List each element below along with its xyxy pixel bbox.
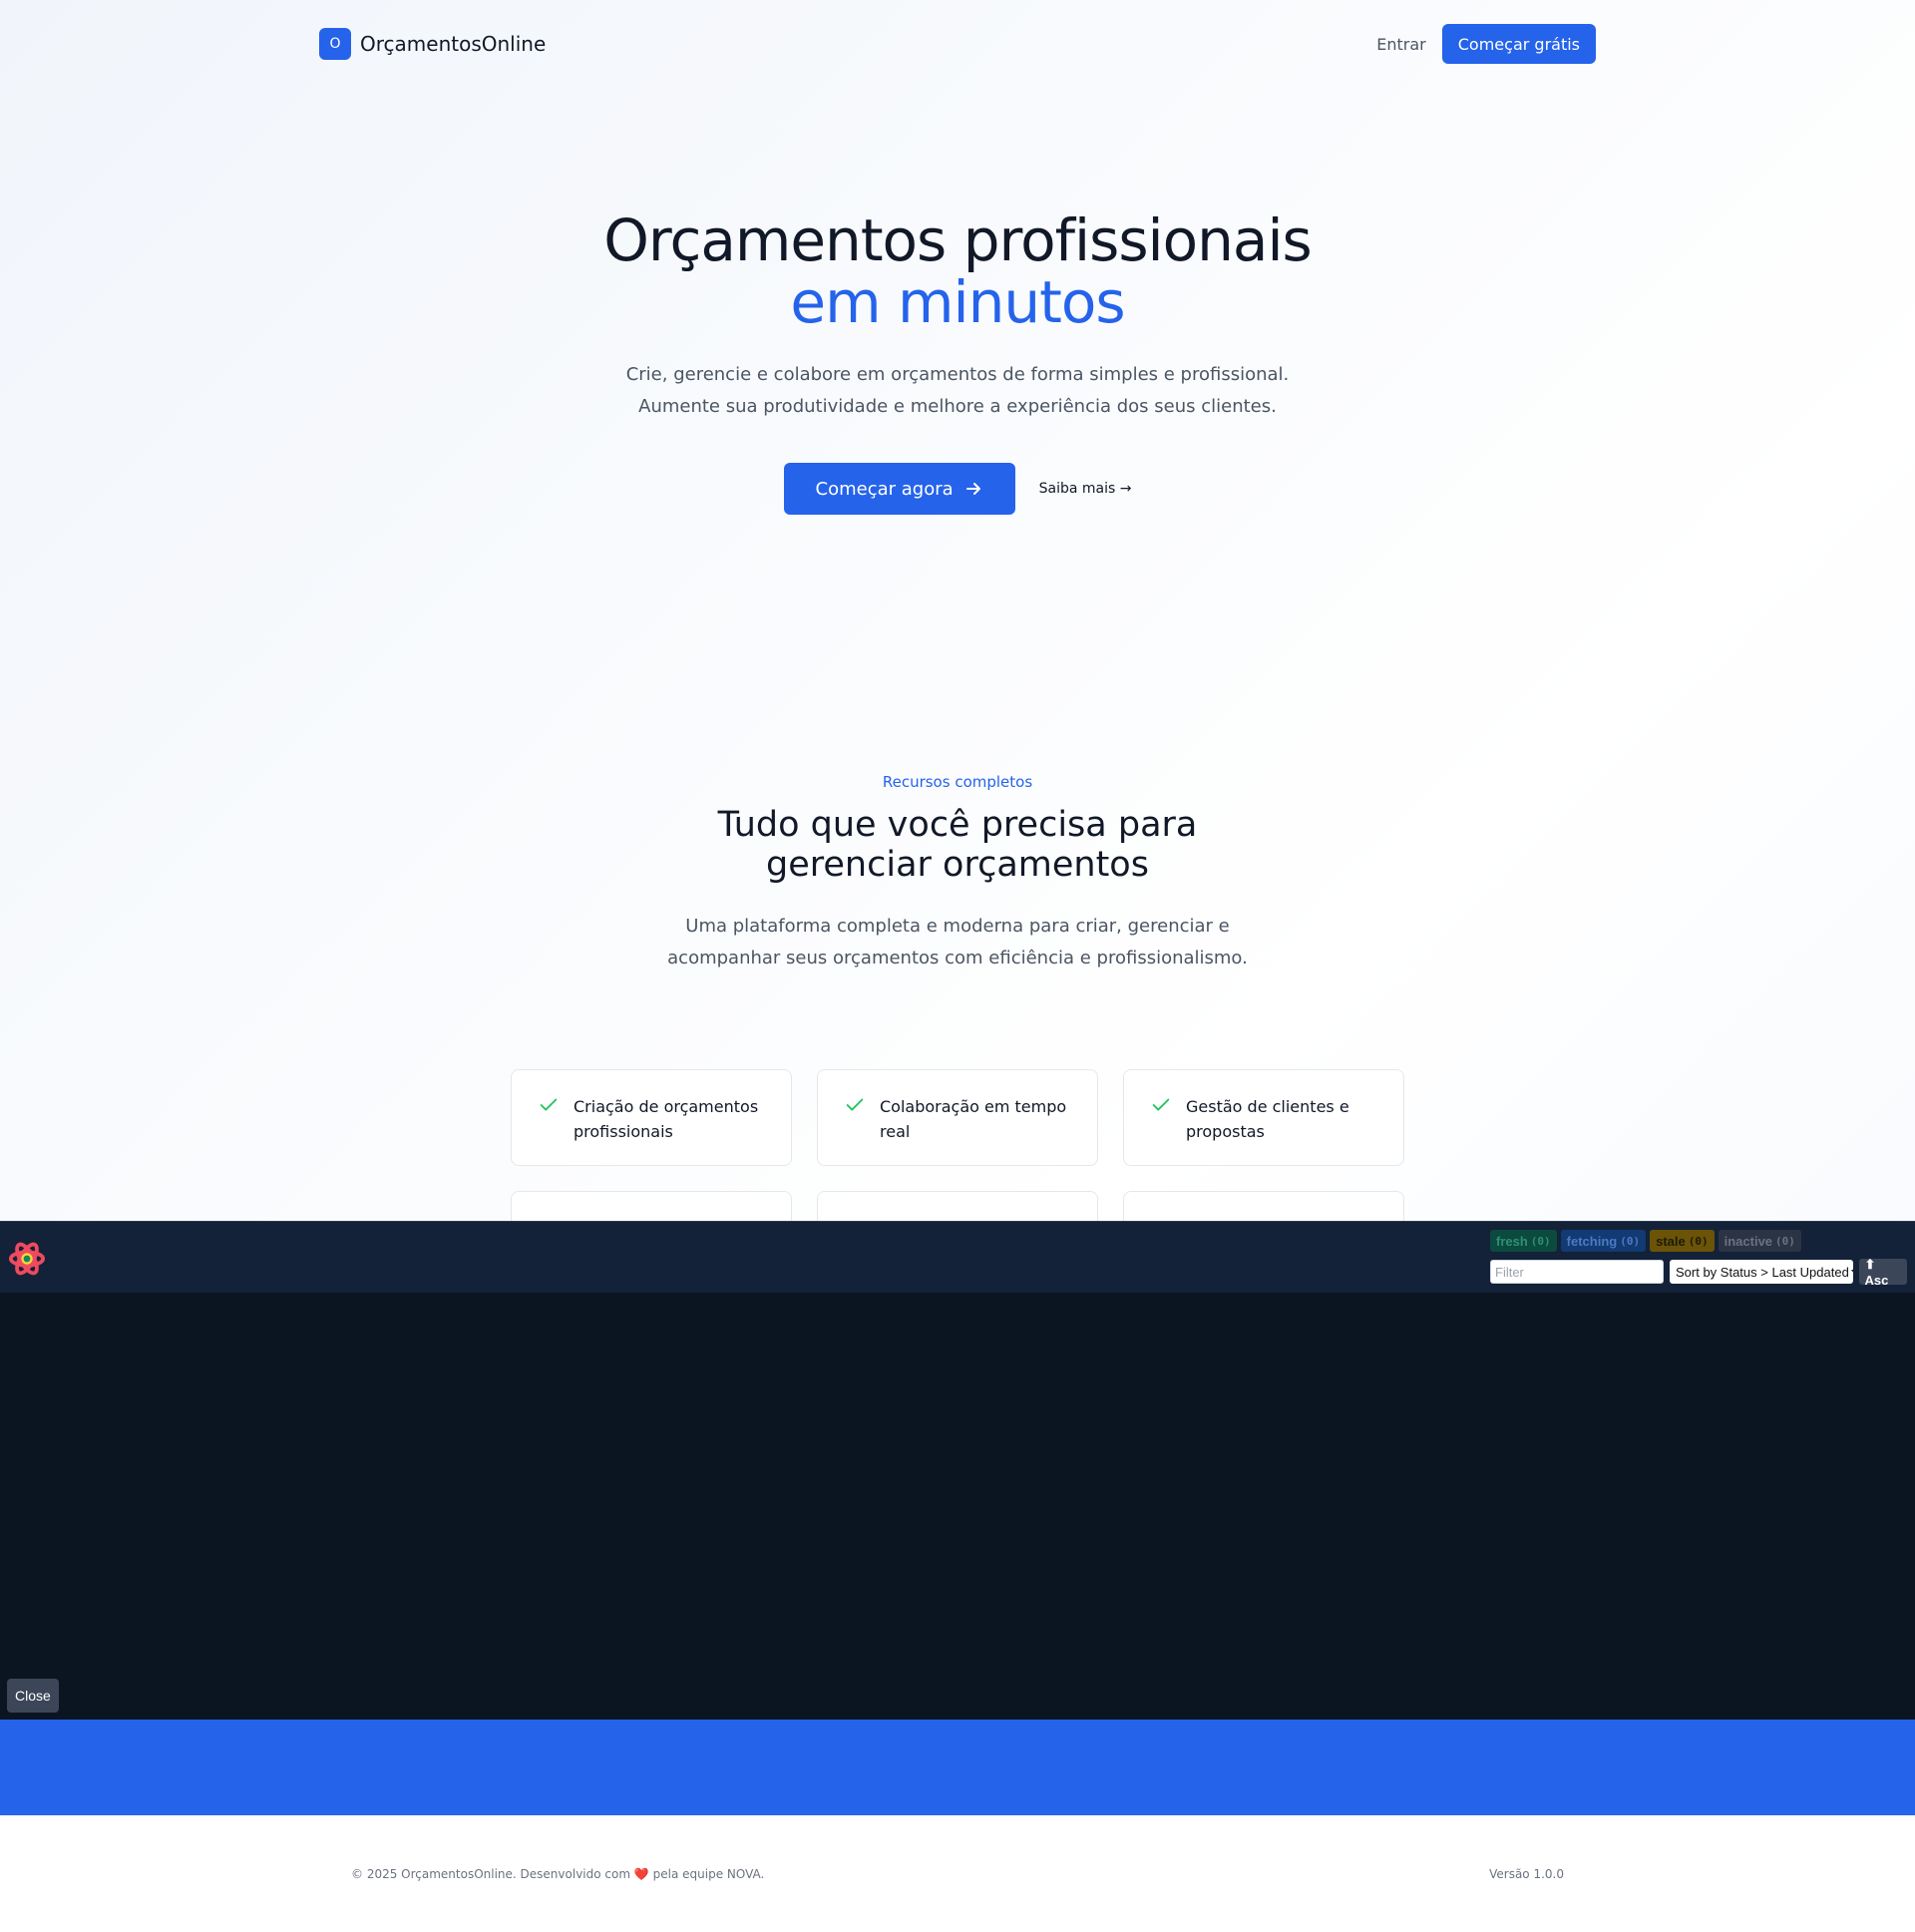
- brand[interactable]: O OrçamentosOnline: [319, 28, 546, 60]
- sort-select[interactable]: Sort by Status > Last Updated: [1670, 1260, 1853, 1284]
- start-now-label: Começar agora: [815, 478, 954, 500]
- react-query-logo-icon[interactable]: [8, 1240, 46, 1278]
- fetching-badge-count: (0): [1620, 1234, 1641, 1248]
- site-header: O OrçamentosOnline Entrar Começar grátis: [319, 24, 1596, 64]
- footer-version: Versão 1.0.0: [1489, 1867, 1564, 1881]
- footer-copyright: © 2025 OrçamentosOnline. Desenvolvido co…: [351, 1867, 764, 1881]
- hero-title-line1: Orçamentos profissionais: [603, 206, 1313, 274]
- fetching-badge: fetching (0): [1560, 1230, 1647, 1252]
- feature-card: Criação de orçamentos profissionais: [511, 1069, 792, 1166]
- inactive-badge-count: (0): [1775, 1234, 1795, 1248]
- heart-icon: ❤️: [633, 1867, 649, 1881]
- features-title: Tudo que você precisa para gerenciar orç…: [717, 805, 1198, 885]
- start-now-button[interactable]: Começar agora: [783, 463, 1015, 515]
- check-icon: [1152, 1098, 1170, 1111]
- devtools-toolbar: fresh (0) fetching (0) stale (0) inactiv…: [0, 1221, 1915, 1293]
- fetching-badge-label: fetching: [1566, 1233, 1618, 1249]
- sort-order-label: ⬆ Asc: [1864, 1256, 1889, 1288]
- start-free-button[interactable]: Começar grátis: [1441, 24, 1596, 64]
- fresh-badge-label: fresh: [1496, 1233, 1528, 1249]
- brand-logo-icon: O: [319, 28, 351, 60]
- hero-section: Orçamentos profissionais em minutos Crie…: [0, 209, 1915, 515]
- fresh-badge-count: (0): [1530, 1234, 1551, 1248]
- features-subtitle: Uma plataforma completa e moderna para c…: [667, 916, 1248, 968]
- cta-band: [0, 1720, 1915, 1815]
- caret-down-icon: [1850, 1269, 1853, 1275]
- footer-copyright-post: pela equipe NOVA.: [652, 1867, 765, 1881]
- header-nav: Entrar Começar grátis: [1376, 24, 1596, 64]
- hero-actions: Começar agora Saiba mais →: [0, 463, 1915, 515]
- learn-more-link[interactable]: Saiba mais →: [1039, 481, 1132, 497]
- inactive-badge-label: inactive: [1724, 1233, 1773, 1249]
- features-eyebrow: Recursos completos: [882, 773, 1033, 791]
- hero-title-accent: em minutos: [790, 268, 1125, 336]
- query-devtools-panel: fresh (0) fetching (0) stale (0) inactiv…: [0, 1221, 1915, 1720]
- stale-badge: stale (0): [1650, 1230, 1715, 1252]
- check-icon: [540, 1098, 558, 1111]
- arrow-right-icon: [965, 483, 980, 495]
- feature-card-label: Colaboração em tempo real: [880, 1097, 1067, 1141]
- features-section: Recursos completos Tudo que você precisa…: [0, 773, 1915, 974]
- devtools-close-button[interactable]: Close: [7, 1679, 59, 1713]
- feature-card: Colaboração em tempo real: [817, 1069, 1098, 1166]
- status-badges: fresh (0) fetching (0) stale (0) inactiv…: [1490, 1230, 1907, 1252]
- feature-card-label: Gestão de clientes e propostas: [1186, 1097, 1349, 1141]
- sort-order-button[interactable]: ⬆ Asc: [1858, 1256, 1907, 1288]
- footer-inner: © 2025 OrçamentosOnline. Desenvolvido co…: [351, 1867, 1564, 1881]
- site-footer: © 2025 OrçamentosOnline. Desenvolvido co…: [0, 1815, 1915, 1932]
- sort-select-value: Sort by Status > Last Updated: [1676, 1264, 1849, 1280]
- brand-name: OrçamentosOnline: [360, 32, 547, 56]
- inactive-badge: inactive (0): [1718, 1230, 1801, 1252]
- query-filter-input[interactable]: [1490, 1260, 1664, 1284]
- fresh-badge: fresh (0): [1490, 1230, 1557, 1252]
- login-link[interactable]: Entrar: [1376, 35, 1425, 54]
- devtools-controls: fresh (0) fetching (0) stale (0) inactiv…: [1490, 1230, 1907, 1288]
- hero-subtitle: Crie, gerencie e colabore em orçamentos …: [625, 364, 1290, 417]
- footer-copyright-pre: © 2025 OrçamentosOnline. Desenvolvido co…: [351, 1867, 631, 1881]
- stale-badge-count: (0): [1688, 1234, 1709, 1248]
- stale-badge-label: stale: [1656, 1233, 1686, 1249]
- feature-card-label: Criação de orçamentos profissionais: [574, 1097, 759, 1141]
- check-icon: [846, 1098, 864, 1111]
- feature-card: Gestão de clientes e propostas: [1123, 1069, 1404, 1166]
- devtools-filter-row: Sort by Status > Last Updated ⬆ Asc: [1490, 1256, 1907, 1288]
- hero-title: Orçamentos profissionais em minutos: [0, 209, 1915, 333]
